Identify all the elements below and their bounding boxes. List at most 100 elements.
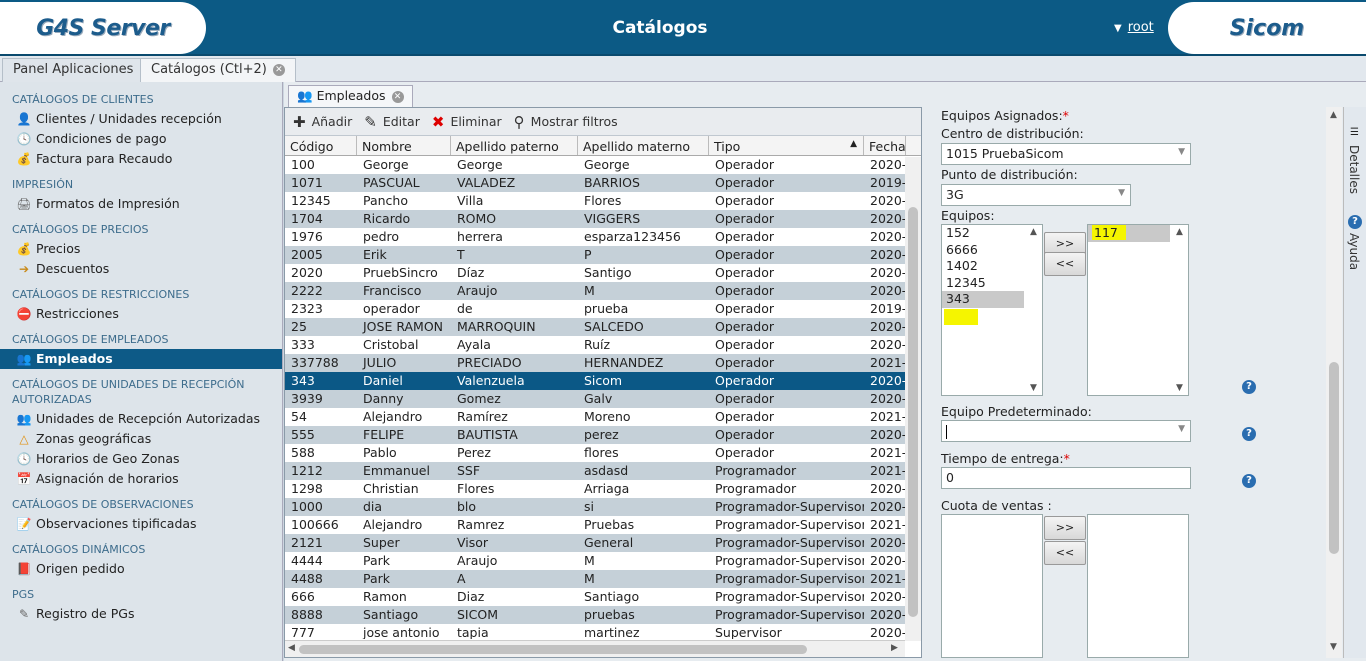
table-row[interactable]: 666 Ramon Diaz Santiago Programador-Supervis… (285, 588, 921, 606)
col-codigo[interactable]: Código (285, 136, 357, 155)
help-icon[interactable]: ? (1242, 427, 1256, 441)
table-row[interactable]: 555 FELIPE BAUTISTA perez Operador 2020-( (285, 426, 921, 444)
sidebar-item[interactable]: 📕 Origen pedido (0, 559, 282, 579)
sidebar-item[interactable]: 👥 Unidades de Recepción Autorizadas (0, 409, 282, 429)
move-right-button[interactable]: >> (1044, 516, 1086, 540)
centro-select[interactable]: 1015 PruebaSicom ▼ (941, 143, 1191, 165)
table-row[interactable]: 12345 Pancho Villa Flores Operador 2020-( (285, 192, 921, 210)
form-vertical-scrollbar[interactable]: ▲ ▼ (1326, 107, 1342, 658)
move-left-button[interactable]: << (1044, 541, 1086, 565)
sidebar-item[interactable]: 📝 Observaciones tipificadas (0, 514, 282, 534)
sidebar-item[interactable]: ⛔ Restricciones (0, 304, 282, 324)
scroll-right-icon[interactable]: ▶ (891, 643, 898, 653)
tab-ayuda[interactable]: Ayuda (1347, 233, 1361, 270)
col-apellido-materno[interactable]: Apellido materno (578, 136, 709, 155)
table-row[interactable]: 4444 Park Araujo M Programador-Supervisor 202… (285, 552, 921, 570)
table-row[interactable]: 1976 pedro herrera esparza123456 Operador 202… (285, 228, 921, 246)
equipos-available-list[interactable]: 152 6666 1402 12345 343 ▲ ▼ (941, 224, 1043, 396)
tab-panel-aplicaciones[interactable]: Panel Aplicaciones (2, 58, 145, 82)
table-cell: Diaz (457, 589, 485, 604)
scroll-up-icon[interactable]: ▲ (1030, 227, 1037, 237)
col-nombre[interactable]: Nombre (357, 136, 451, 155)
table-row[interactable]: 333 Cristobal Ayala Ruíz Operador 2020-( (285, 336, 921, 354)
table-row[interactable]: 1298 Christian Flores Arriaga Programador 202… (285, 480, 921, 498)
scroll-thumb[interactable] (1329, 362, 1339, 554)
table-cell: 666 (291, 589, 315, 604)
table-row[interactable]: 25 JOSE RAMON MARROQUIN SALCEDO Operador 2020… (285, 318, 921, 336)
col-tipo[interactable]: Tipo ▲ (709, 136, 864, 155)
table-row[interactable]: 4488 Park A M Programador-Supervisor 2021-( (285, 570, 921, 588)
edit-button[interactable]: ✎ Editar (364, 113, 420, 131)
sidebar-item[interactable]: 💰 Precios (0, 239, 282, 259)
table-row[interactable]: 54 Alejandro Ramírez Moreno Operador 2021-( (285, 408, 921, 426)
help-icon[interactable]: ? (1242, 380, 1256, 394)
sidebar-item[interactable]: 👥 Empleados (0, 349, 282, 369)
list-item[interactable]: 1402 (942, 258, 1042, 275)
table-row[interactable]: 343 Daniel Valenzuela Sicom Operador 2020-( (285, 372, 921, 390)
punto-select[interactable]: 3G ▼ (941, 184, 1131, 206)
tab-catalogos[interactable]: Catálogos (Ctl+2) ✕ (140, 58, 296, 82)
sidebar-item[interactable]: 👤 Clientes / Unidades recepción (0, 109, 282, 129)
close-icon[interactable]: ✕ (391, 90, 404, 103)
scroll-thumb[interactable] (908, 207, 918, 617)
list-item[interactable]: 117 (1088, 225, 1170, 242)
equipos-assigned-list[interactable]: 117 ▲ ▼ (1087, 224, 1189, 396)
table-cell: 25 (291, 319, 307, 334)
user-link[interactable]: root (1128, 20, 1154, 35)
scroll-left-icon[interactable]: ◀ (288, 643, 295, 653)
table-row[interactable]: 1000 dia blo si Programador-Supervisor 2020-( (285, 498, 921, 516)
scroll-up-icon[interactable]: ▲ (1330, 110, 1337, 120)
table-row[interactable]: 1704 Ricardo ROMO VIGGERS Operador 2020-( (285, 210, 921, 228)
delete-button[interactable]: ✖ Eliminar (432, 113, 502, 131)
sidebar-item[interactable]: 🕓 Horarios de Geo Zonas (0, 449, 282, 469)
show-filters-button[interactable]: ⚲ Mostrar filtros (514, 113, 618, 131)
table-row[interactable]: 337788 JULIO PRECIADO HERNANDEZ Operador 2021… (285, 354, 921, 372)
table-row[interactable]: 2323 operador de prueba Operador 2019-( (285, 300, 921, 318)
table-row[interactable]: 777 jose antonio tapia martinez Supervisor 20… (285, 624, 921, 639)
table-row[interactable]: 588 Pablo Perez flores Operador 2021-( (285, 444, 921, 462)
col-fecha[interactable]: Fecha d (864, 136, 906, 155)
help-icon[interactable]: ? (1242, 474, 1256, 488)
grid-vertical-scrollbar[interactable] (905, 157, 921, 641)
list-item[interactable]: 12345 (942, 275, 1042, 292)
sidebar-item[interactable]: △ Zonas geográficas (0, 429, 282, 449)
table-row[interactable]: 1212 Emmanuel SSF asdasd Programador 2021-( (285, 462, 921, 480)
col-apellido-paterno[interactable]: Apellido paterno (451, 136, 578, 155)
user-menu[interactable]: ▼ root (1114, 20, 1154, 35)
table-row[interactable]: 8888 Santiago SICOM pruebas Programador-Supe… (285, 606, 921, 624)
sidebar-item[interactable]: 🕓 Condiciones de pago (0, 129, 282, 149)
scroll-down-icon[interactable]: ▼ (1030, 383, 1037, 393)
table-row[interactable]: 100666 Alejandro Ramrez Pruebas Programador-… (285, 516, 921, 534)
table-row[interactable]: 100 George George George Operador 2020-( (285, 156, 921, 174)
table-row[interactable]: 1071 PASCUAL VALADEZ BARRIOS Operador 2019-( (285, 174, 921, 192)
tab-empleados[interactable]: 👥 Empleados ✕ (288, 85, 413, 107)
sidebar: CATÁLOGOS DE CLIENTES 👤 Clientes / Unidade… (0, 82, 283, 661)
move-left-button[interactable]: << (1044, 252, 1086, 276)
table-row[interactable]: 2222 Francisco Araujo M Operador 2020-( (285, 282, 921, 300)
equipo-predeterminado-select[interactable]: ▼ (941, 420, 1191, 442)
grid-horizontal-scrollbar[interactable]: ◀ ▶ (285, 640, 905, 657)
tab-detalles[interactable]: Detalles (1347, 145, 1361, 194)
close-icon[interactable]: ✕ (272, 63, 285, 76)
cuota-available-list[interactable] (941, 514, 1043, 658)
scroll-down-icon[interactable]: ▼ (1330, 642, 1337, 652)
scroll-up-icon[interactable]: ▲ (1176, 227, 1183, 237)
add-button[interactable]: ✚ Añadir (293, 113, 352, 131)
list-item[interactable]: 152 (942, 225, 1042, 242)
table-row[interactable]: 2121 Super Visor General Programador-Supervi… (285, 534, 921, 552)
scroll-down-icon[interactable]: ▼ (1176, 383, 1183, 393)
table-row[interactable]: 3939 Danny Gomez Galv Operador 2020-( (285, 390, 921, 408)
list-item[interactable]: 6666 (942, 242, 1042, 259)
table-cell: 8888 (291, 607, 323, 622)
scroll-thumb[interactable] (299, 645, 807, 654)
sidebar-item[interactable]: 🖨 Formatos de Impresión (0, 194, 282, 214)
table-row[interactable]: 2005 Erik T P Operador 2020-( (285, 246, 921, 264)
sidebar-item[interactable]: 💰 Factura para Recaudo (0, 149, 282, 169)
cuota-assigned-list[interactable] (1087, 514, 1189, 658)
table-row[interactable]: 2020 PruebSincro Díaz Santigo Operador 2020-( (285, 264, 921, 282)
sidebar-item[interactable]: 📅 Asignación de horarios (0, 469, 282, 489)
sidebar-item[interactable]: ➔ Descuentos (0, 259, 282, 279)
list-item[interactable]: 343 (942, 291, 1024, 308)
tiempo-entrega-input[interactable]: 0 (941, 467, 1191, 489)
sidebar-item[interactable]: ✎ Registro de PGs (0, 604, 282, 624)
